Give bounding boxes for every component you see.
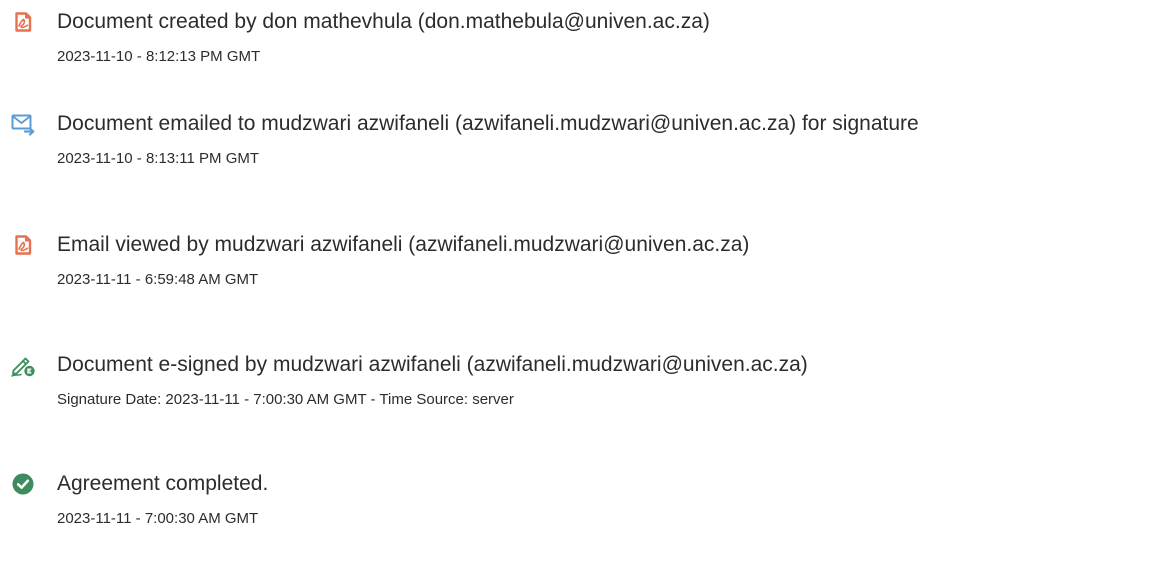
audit-event-viewed: Email viewed by mudzwari azwifaneli (azw…	[0, 232, 1152, 322]
event-title: Agreement completed.	[57, 472, 269, 495]
email-sent-icon	[10, 111, 36, 137]
checkmark-circle-icon	[10, 471, 36, 497]
event-timestamp: 2023-11-11 - 7:00:30 AM GMT	[57, 510, 259, 527]
event-timestamp: 2023-11-10 - 8:13:11 PM GMT	[57, 150, 260, 167]
audit-event-signed: Document e-signed by mudzwari azwifaneli…	[0, 352, 1152, 442]
e-sign-pen-icon	[10, 352, 36, 378]
document-created-icon	[10, 9, 36, 35]
event-title: Document created by don mathevhula (don.…	[57, 10, 710, 33]
audit-event-emailed: Document emailed to mudzwari azwifaneli …	[0, 111, 1152, 201]
document-viewed-icon	[10, 232, 36, 258]
event-title: Document e-signed by mudzwari azwifaneli…	[57, 353, 808, 376]
signature-date: Signature Date: 2023-11-11 - 7:00:30 AM …	[57, 391, 514, 408]
event-timestamp: 2023-11-11 - 6:59:48 AM GMT	[57, 271, 259, 288]
event-title: Document emailed to mudzwari azwifaneli …	[57, 112, 919, 135]
audit-event-completed: Agreement completed. 2023-11-11 - 7:00:3…	[0, 471, 1152, 561]
event-title: Email viewed by mudzwari azwifaneli (azw…	[57, 233, 750, 256]
event-timestamp: 2023-11-10 - 8:12:13 PM GMT	[57, 48, 261, 65]
audit-event-created: Document created by don mathevhula (don.…	[0, 9, 1152, 99]
